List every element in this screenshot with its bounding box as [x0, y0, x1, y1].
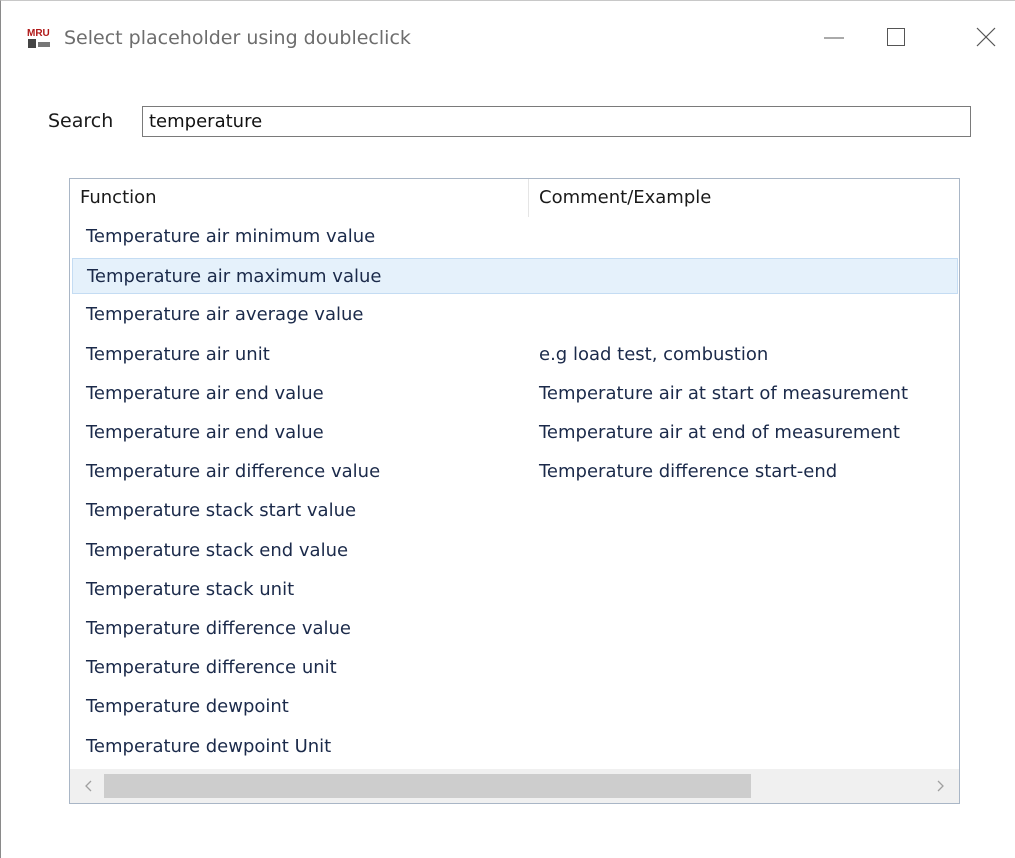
cell-function: Temperature stack end value — [86, 540, 349, 561]
cell-function: Temperature difference unit — [86, 657, 337, 678]
app-logo-text: MRU — [27, 28, 50, 39]
table-row[interactable]: Temperature air average value — [72, 297, 958, 333]
window-title: Select placeholder using doubleclick — [64, 27, 411, 49]
table-row[interactable]: Temperature air end value Temperature air… — [72, 415, 958, 451]
cell-comment: Temperature difference start-end — [539, 461, 838, 482]
table-row[interactable]: Temperature dewpoint — [72, 689, 958, 725]
cell-comment: Temperature air at start of measurement — [539, 383, 908, 404]
chevron-left-icon — [85, 780, 92, 792]
table-row[interactable]: Temperature air end value Temperature air… — [72, 376, 958, 412]
table-row[interactable]: Temperature difference unit — [72, 650, 958, 686]
placeholder-list[interactable]: Function Comment/Example Temperature air… — [69, 178, 960, 804]
chevron-right-icon — [937, 780, 944, 792]
cell-comment: e.g load test, combustion — [539, 344, 769, 365]
table-row[interactable]: Temperature stack unit — [72, 572, 958, 608]
minimize-button[interactable] — [811, 17, 857, 57]
cell-function: Temperature air maximum value — [87, 266, 382, 287]
table-row[interactable]: Temperature air unit e.g load test, combu… — [72, 337, 958, 373]
cell-function: Temperature stack start value — [86, 500, 357, 521]
cell-function: Temperature air difference value — [86, 461, 381, 482]
column-header-function[interactable]: Function — [80, 187, 157, 208]
close-button[interactable] — [963, 17, 1009, 57]
cell-function: Temperature stack unit — [86, 579, 295, 600]
scroll-right-button[interactable] — [931, 777, 949, 795]
dialog-window: MRU Select placeholder using doubleclick… — [0, 0, 1015, 858]
horizontal-scrollbar[interactable] — [70, 769, 959, 803]
search-label: Search — [48, 110, 114, 132]
cell-function: Temperature air unit — [86, 344, 270, 365]
maximize-icon — [887, 28, 905, 46]
column-divider[interactable] — [528, 179, 529, 217]
cell-function: Temperature air minimum value — [86, 226, 376, 247]
table-row[interactable]: Temperature air minimum value — [72, 219, 958, 255]
cell-function: Temperature air end value — [86, 422, 324, 443]
minimize-icon — [824, 37, 844, 39]
table-row[interactable]: Temperature stack start value — [72, 493, 958, 529]
app-logo-icon: MRU — [26, 26, 54, 52]
maximize-button[interactable] — [873, 17, 919, 57]
close-icon — [976, 27, 996, 47]
search-input[interactable] — [142, 106, 971, 137]
cell-comment: Temperature air at end of measurement — [539, 422, 900, 443]
column-header-comment[interactable]: Comment/Example — [539, 187, 711, 208]
title-bar[interactable]: MRU Select placeholder using doubleclick — [1, 1, 1015, 79]
table-row[interactable]: Temperature stack end value — [72, 533, 958, 569]
table-row[interactable]: Temperature dewpoint Unit — [72, 729, 958, 765]
table-row[interactable]: Temperature air maximum value — [72, 258, 958, 294]
cell-function: Temperature difference value — [86, 618, 351, 639]
cell-function: Temperature air end value — [86, 383, 324, 404]
table-row[interactable]: Temperature air difference value Temperat… — [72, 454, 958, 490]
cell-function: Temperature dewpoint — [86, 696, 289, 717]
list-header: Function Comment/Example — [70, 179, 959, 217]
cell-function: Temperature dewpoint Unit — [86, 736, 332, 757]
scrollbar-thumb[interactable] — [104, 774, 751, 798]
table-row[interactable]: Temperature difference value — [72, 611, 958, 647]
cell-function: Temperature air average value — [86, 304, 364, 325]
scroll-left-button[interactable] — [80, 777, 98, 795]
